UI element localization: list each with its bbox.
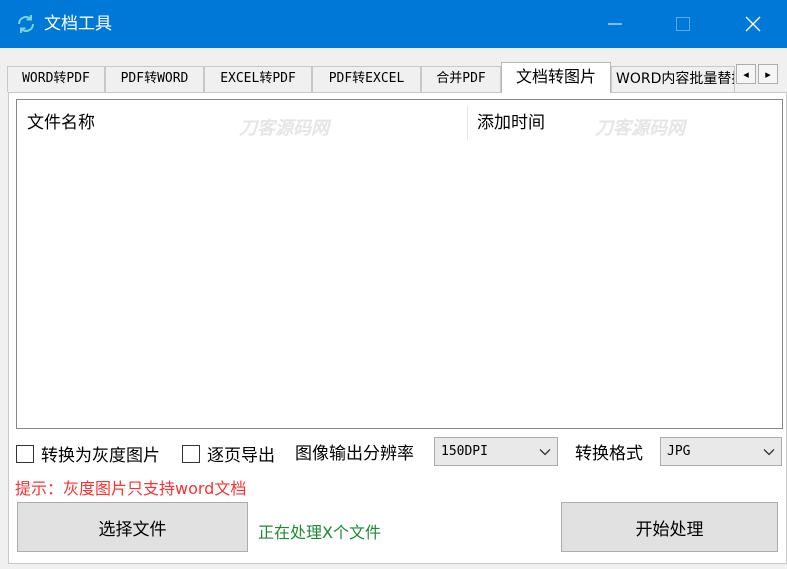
maximize-icon	[676, 17, 690, 31]
tab-strip: WORD转PDF PDF转WORD EXCEL转PDF PDF转EXCEL 合并…	[7, 62, 787, 93]
status-text: 正在处理X个文件	[258, 523, 381, 542]
window-title: 文档工具	[44, 14, 112, 34]
chevron-down-icon	[533, 448, 557, 456]
close-icon	[745, 16, 761, 32]
grayscale-checkbox[interactable]: 转换为灰度图片	[16, 441, 160, 466]
minimize-icon	[608, 23, 622, 25]
tab-scroll-left-button[interactable]: ◂	[736, 64, 756, 84]
title-bar[interactable]: 文档工具	[0, 0, 787, 48]
triangle-left-icon: ◂	[743, 67, 749, 81]
grayscale-label: 转换为灰度图片	[41, 446, 160, 466]
maximize-button[interactable]	[660, 0, 706, 48]
tab-panel-doc-to-image: 文件名称 添加时间 刀客源码网 刀客源码网 转换为灰度图片 逐页导出 图像输出分…	[8, 92, 787, 564]
checkbox-box[interactable]	[16, 444, 34, 463]
format-label: 转换格式	[575, 444, 643, 464]
close-button[interactable]	[730, 0, 776, 48]
tab-pdf-to-excel[interactable]: PDF转EXCEL	[312, 66, 421, 92]
per-page-export-checkbox[interactable]: 逐页导出	[182, 441, 275, 466]
watermark: 刀客源码网	[239, 118, 329, 139]
watermark: 刀客源码网	[595, 118, 685, 139]
client-area: WORD转PDF PDF转WORD EXCEL转PDF PDF转EXCEL 合并…	[0, 48, 787, 569]
dpi-select-value: 150DPI	[441, 444, 488, 459]
chevron-down-icon	[757, 448, 781, 456]
file-list[interactable]: 文件名称 添加时间 刀客源码网 刀客源码网	[16, 99, 783, 429]
column-header-add-time[interactable]: 添加时间	[477, 108, 545, 133]
tab-doc-to-image[interactable]: 文档转图片	[501, 62, 611, 93]
select-files-button[interactable]: 选择文件	[17, 502, 248, 552]
dpi-label: 图像输出分辨率	[295, 444, 414, 464]
checkbox-box[interactable]	[182, 444, 200, 463]
format-select-value: JPG	[667, 444, 691, 459]
tab-word-to-pdf[interactable]: WORD转PDF	[7, 66, 105, 92]
start-processing-button[interactable]: 开始处理	[561, 502, 778, 552]
tab-merge-pdf[interactable]: 合并PDF	[421, 66, 501, 92]
tab-pdf-to-word[interactable]: PDF转WORD	[105, 66, 204, 92]
dpi-select[interactable]: 150DPI	[434, 437, 558, 466]
tab-excel-to-pdf[interactable]: EXCEL转PDF	[204, 66, 312, 92]
tab-word-batch-replace[interactable]: WORD内容批量替换	[611, 66, 735, 92]
triangle-right-icon: ▸	[765, 67, 771, 81]
tab-scroll-right-button[interactable]: ▸	[758, 64, 778, 84]
column-header-file-name[interactable]: 文件名称	[27, 108, 95, 133]
column-separator[interactable]	[467, 106, 468, 140]
per-page-export-label: 逐页导出	[207, 446, 275, 466]
minimize-button[interactable]	[592, 0, 638, 48]
format-select[interactable]: JPG	[660, 437, 782, 466]
hint-text: 提示：灰度图片只支持word文档	[15, 479, 247, 498]
refresh-icon	[18, 15, 34, 33]
